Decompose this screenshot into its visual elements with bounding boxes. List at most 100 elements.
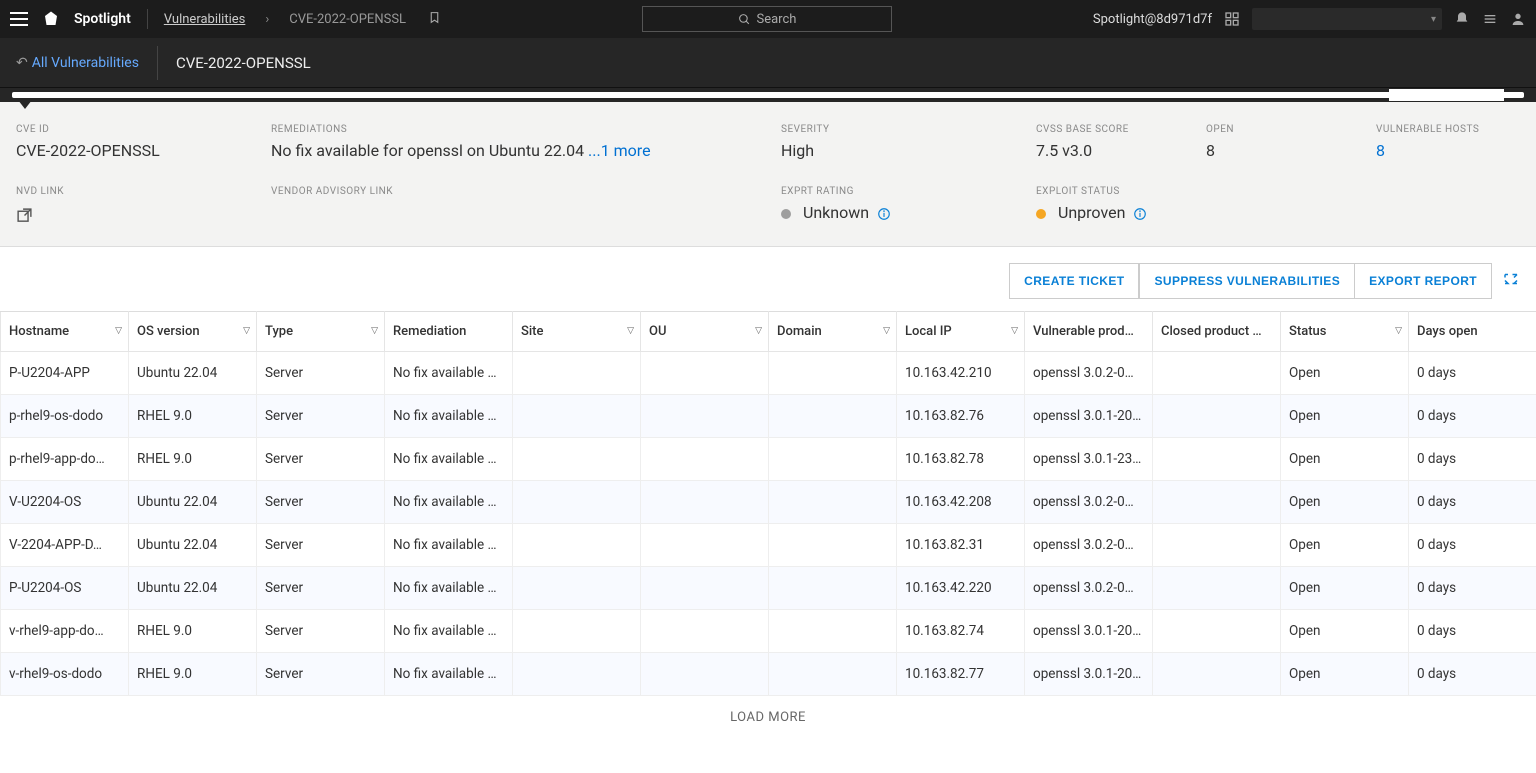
cell-vuln_prod: openssl 3.0.2-0… xyxy=(1025,352,1153,395)
cell-remediation: No fix available … xyxy=(385,567,513,610)
bell-icon[interactable] xyxy=(1454,11,1470,27)
filter-icon[interactable]: ▽ xyxy=(755,326,762,336)
remediations-more-link[interactable]: ...1 more xyxy=(588,141,651,160)
cell-closed_prod xyxy=(1153,567,1281,610)
col-status[interactable]: Status▽ xyxy=(1281,312,1409,352)
filter-icon[interactable]: ▽ xyxy=(243,326,250,336)
table-row[interactable]: P-U2204-APPUbuntu 22.04ServerNo fix avai… xyxy=(1,352,1536,395)
cell-hostname: V-U2204-OS xyxy=(1,481,129,524)
menu-icon[interactable] xyxy=(10,12,28,26)
account-selector[interactable]: ▾ xyxy=(1252,8,1442,30)
cell-days_open: 0 days xyxy=(1409,481,1536,524)
severity-value: High xyxy=(781,141,1036,160)
cve-id-label: CVE ID xyxy=(16,124,271,135)
cell-local_ip: 10.163.82.77 xyxy=(897,653,1025,696)
cell-status: Open xyxy=(1281,481,1409,524)
cell-site xyxy=(513,352,641,395)
col-remediation[interactable]: Remediation xyxy=(385,312,513,352)
cve-id-value: CVE-2022-OPENSSL xyxy=(16,141,271,160)
col-vuln-prod[interactable]: Vulnerable prod… xyxy=(1025,312,1153,352)
cell-status: Open xyxy=(1281,352,1409,395)
cell-os: RHEL 9.0 xyxy=(129,395,257,438)
expand-icon[interactable] xyxy=(1502,270,1520,292)
field-open: OPEN 8 xyxy=(1206,124,1376,160)
cell-remediation: No fix available … xyxy=(385,524,513,567)
exploit-label: EXPLOIT STATUS xyxy=(1036,186,1520,197)
load-more-button[interactable]: LOAD MORE xyxy=(0,696,1536,739)
cell-ou xyxy=(641,438,769,481)
cell-remediation: No fix available … xyxy=(385,395,513,438)
cell-type: Server xyxy=(257,395,385,438)
cell-closed_prod xyxy=(1153,438,1281,481)
cell-hostname: P-U2204-APP xyxy=(1,352,129,395)
cell-os: Ubuntu 22.04 xyxy=(129,352,257,395)
create-ticket-button[interactable]: CREATE TICKET xyxy=(1009,263,1139,299)
breadcrumb-parent[interactable]: Vulnerabilities xyxy=(164,12,246,27)
details-panel: CVE ID CVE-2022-OPENSSL REMEDIATIONS No … xyxy=(0,102,1536,247)
filter-icon[interactable]: ▽ xyxy=(627,326,634,336)
cell-domain xyxy=(769,610,897,653)
cell-domain xyxy=(769,567,897,610)
external-link-icon[interactable] xyxy=(16,207,33,228)
cell-remediation: No fix available … xyxy=(385,438,513,481)
bookmark-icon[interactable] xyxy=(428,10,441,29)
field-exploit: EXPLOIT STATUS Unproven xyxy=(1036,186,1520,228)
cell-site xyxy=(513,481,641,524)
filter-icon[interactable]: ▽ xyxy=(1011,326,1018,336)
user-icon[interactable] xyxy=(1510,11,1526,27)
cell-vuln_prod: openssl 3.0.1-20… xyxy=(1025,395,1153,438)
cell-domain xyxy=(769,438,897,481)
vuln-hosts-label: VULNERABLE HOSTS xyxy=(1376,124,1520,135)
export-report-button[interactable]: EXPORT REPORT xyxy=(1355,263,1492,299)
dashboard-icon[interactable] xyxy=(1224,11,1240,27)
info-icon[interactable] xyxy=(877,207,891,221)
breadcrumb-current: CVE-2022-OPENSSL xyxy=(289,12,406,27)
suppress-button[interactable]: SUPPRESS VULNERABILITIES xyxy=(1139,263,1355,299)
vuln-hosts-value[interactable]: 8 xyxy=(1376,141,1520,160)
search-placeholder: Search xyxy=(757,12,797,27)
table-row[interactable]: v-rhel9-app-do…RHEL 9.0ServerNo fix avai… xyxy=(1,610,1536,653)
filter-icon[interactable]: ▽ xyxy=(371,326,378,336)
col-ou[interactable]: OU▽ xyxy=(641,312,769,352)
table-row[interactable]: V-2204-APP-D…Ubuntu 22.04ServerNo fix av… xyxy=(1,524,1536,567)
cell-closed_prod xyxy=(1153,352,1281,395)
back-label: All Vulnerabilities xyxy=(32,55,139,71)
hosts-table: Hostname▽ OS version▽ Type▽ Remediation … xyxy=(0,311,1536,696)
col-type[interactable]: Type▽ xyxy=(257,312,385,352)
cell-ou xyxy=(641,352,769,395)
remediations-label: REMEDIATIONS xyxy=(271,124,781,135)
table-row[interactable]: v-rhel9-os-dodoRHEL 9.0ServerNo fix avai… xyxy=(1,653,1536,696)
table-row[interactable]: P-U2204-OSUbuntu 22.04ServerNo fix avail… xyxy=(1,567,1536,610)
cell-status: Open xyxy=(1281,610,1409,653)
col-closed-prod[interactable]: Closed product … xyxy=(1153,312,1281,352)
status-dot-orange-icon xyxy=(1036,209,1046,219)
divider xyxy=(147,9,148,29)
search-input[interactable]: Search xyxy=(642,6,892,32)
col-days-open[interactable]: Days open xyxy=(1409,312,1536,352)
stack-icon[interactable] xyxy=(1482,11,1498,27)
filter-icon[interactable]: ▽ xyxy=(1395,326,1402,336)
cell-os: Ubuntu 22.04 xyxy=(129,524,257,567)
table-row[interactable]: V-U2204-OSUbuntu 22.04ServerNo fix avail… xyxy=(1,481,1536,524)
cell-site xyxy=(513,653,641,696)
cell-type: Server xyxy=(257,438,385,481)
col-os[interactable]: OS version▽ xyxy=(129,312,257,352)
filter-icon[interactable]: ▽ xyxy=(115,326,122,336)
cell-os: RHEL 9.0 xyxy=(129,610,257,653)
col-domain[interactable]: Domain▽ xyxy=(769,312,897,352)
filter-icon[interactable]: ▽ xyxy=(883,326,890,336)
col-site[interactable]: Site▽ xyxy=(513,312,641,352)
action-bar: CREATE TICKET SUPPRESS VULNERABILITIES E… xyxy=(0,247,1536,311)
table-row[interactable]: p-rhel9-app-do…RHEL 9.0ServerNo fix avai… xyxy=(1,438,1536,481)
col-local-ip[interactable]: Local IP▽ xyxy=(897,312,1025,352)
cell-closed_prod xyxy=(1153,481,1281,524)
cell-closed_prod xyxy=(1153,524,1281,567)
cell-local_ip: 10.163.82.78 xyxy=(897,438,1025,481)
col-hostname[interactable]: Hostname▽ xyxy=(1,312,129,352)
table-row[interactable]: p-rhel9-os-dodoRHEL 9.0ServerNo fix avai… xyxy=(1,395,1536,438)
cell-type: Server xyxy=(257,610,385,653)
back-link[interactable]: ↶ All Vulnerabilities xyxy=(16,46,158,80)
cell-vuln_prod: openssl 3.0.1-20… xyxy=(1025,610,1153,653)
info-icon[interactable] xyxy=(1133,207,1147,221)
cell-domain xyxy=(769,524,897,567)
